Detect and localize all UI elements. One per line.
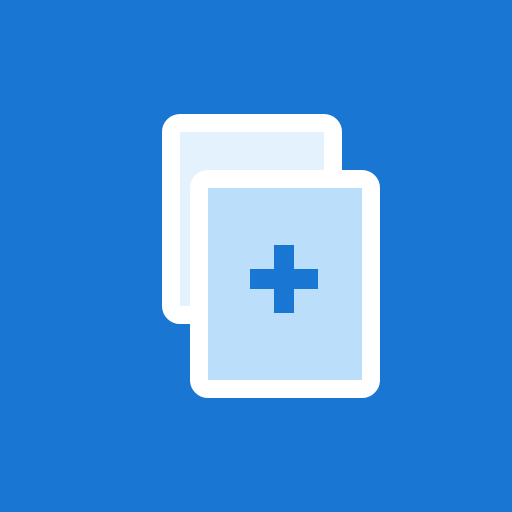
plus-icon bbox=[250, 245, 318, 313]
app-icon-canvas bbox=[0, 0, 512, 512]
plus-horizontal-bar bbox=[250, 269, 318, 289]
